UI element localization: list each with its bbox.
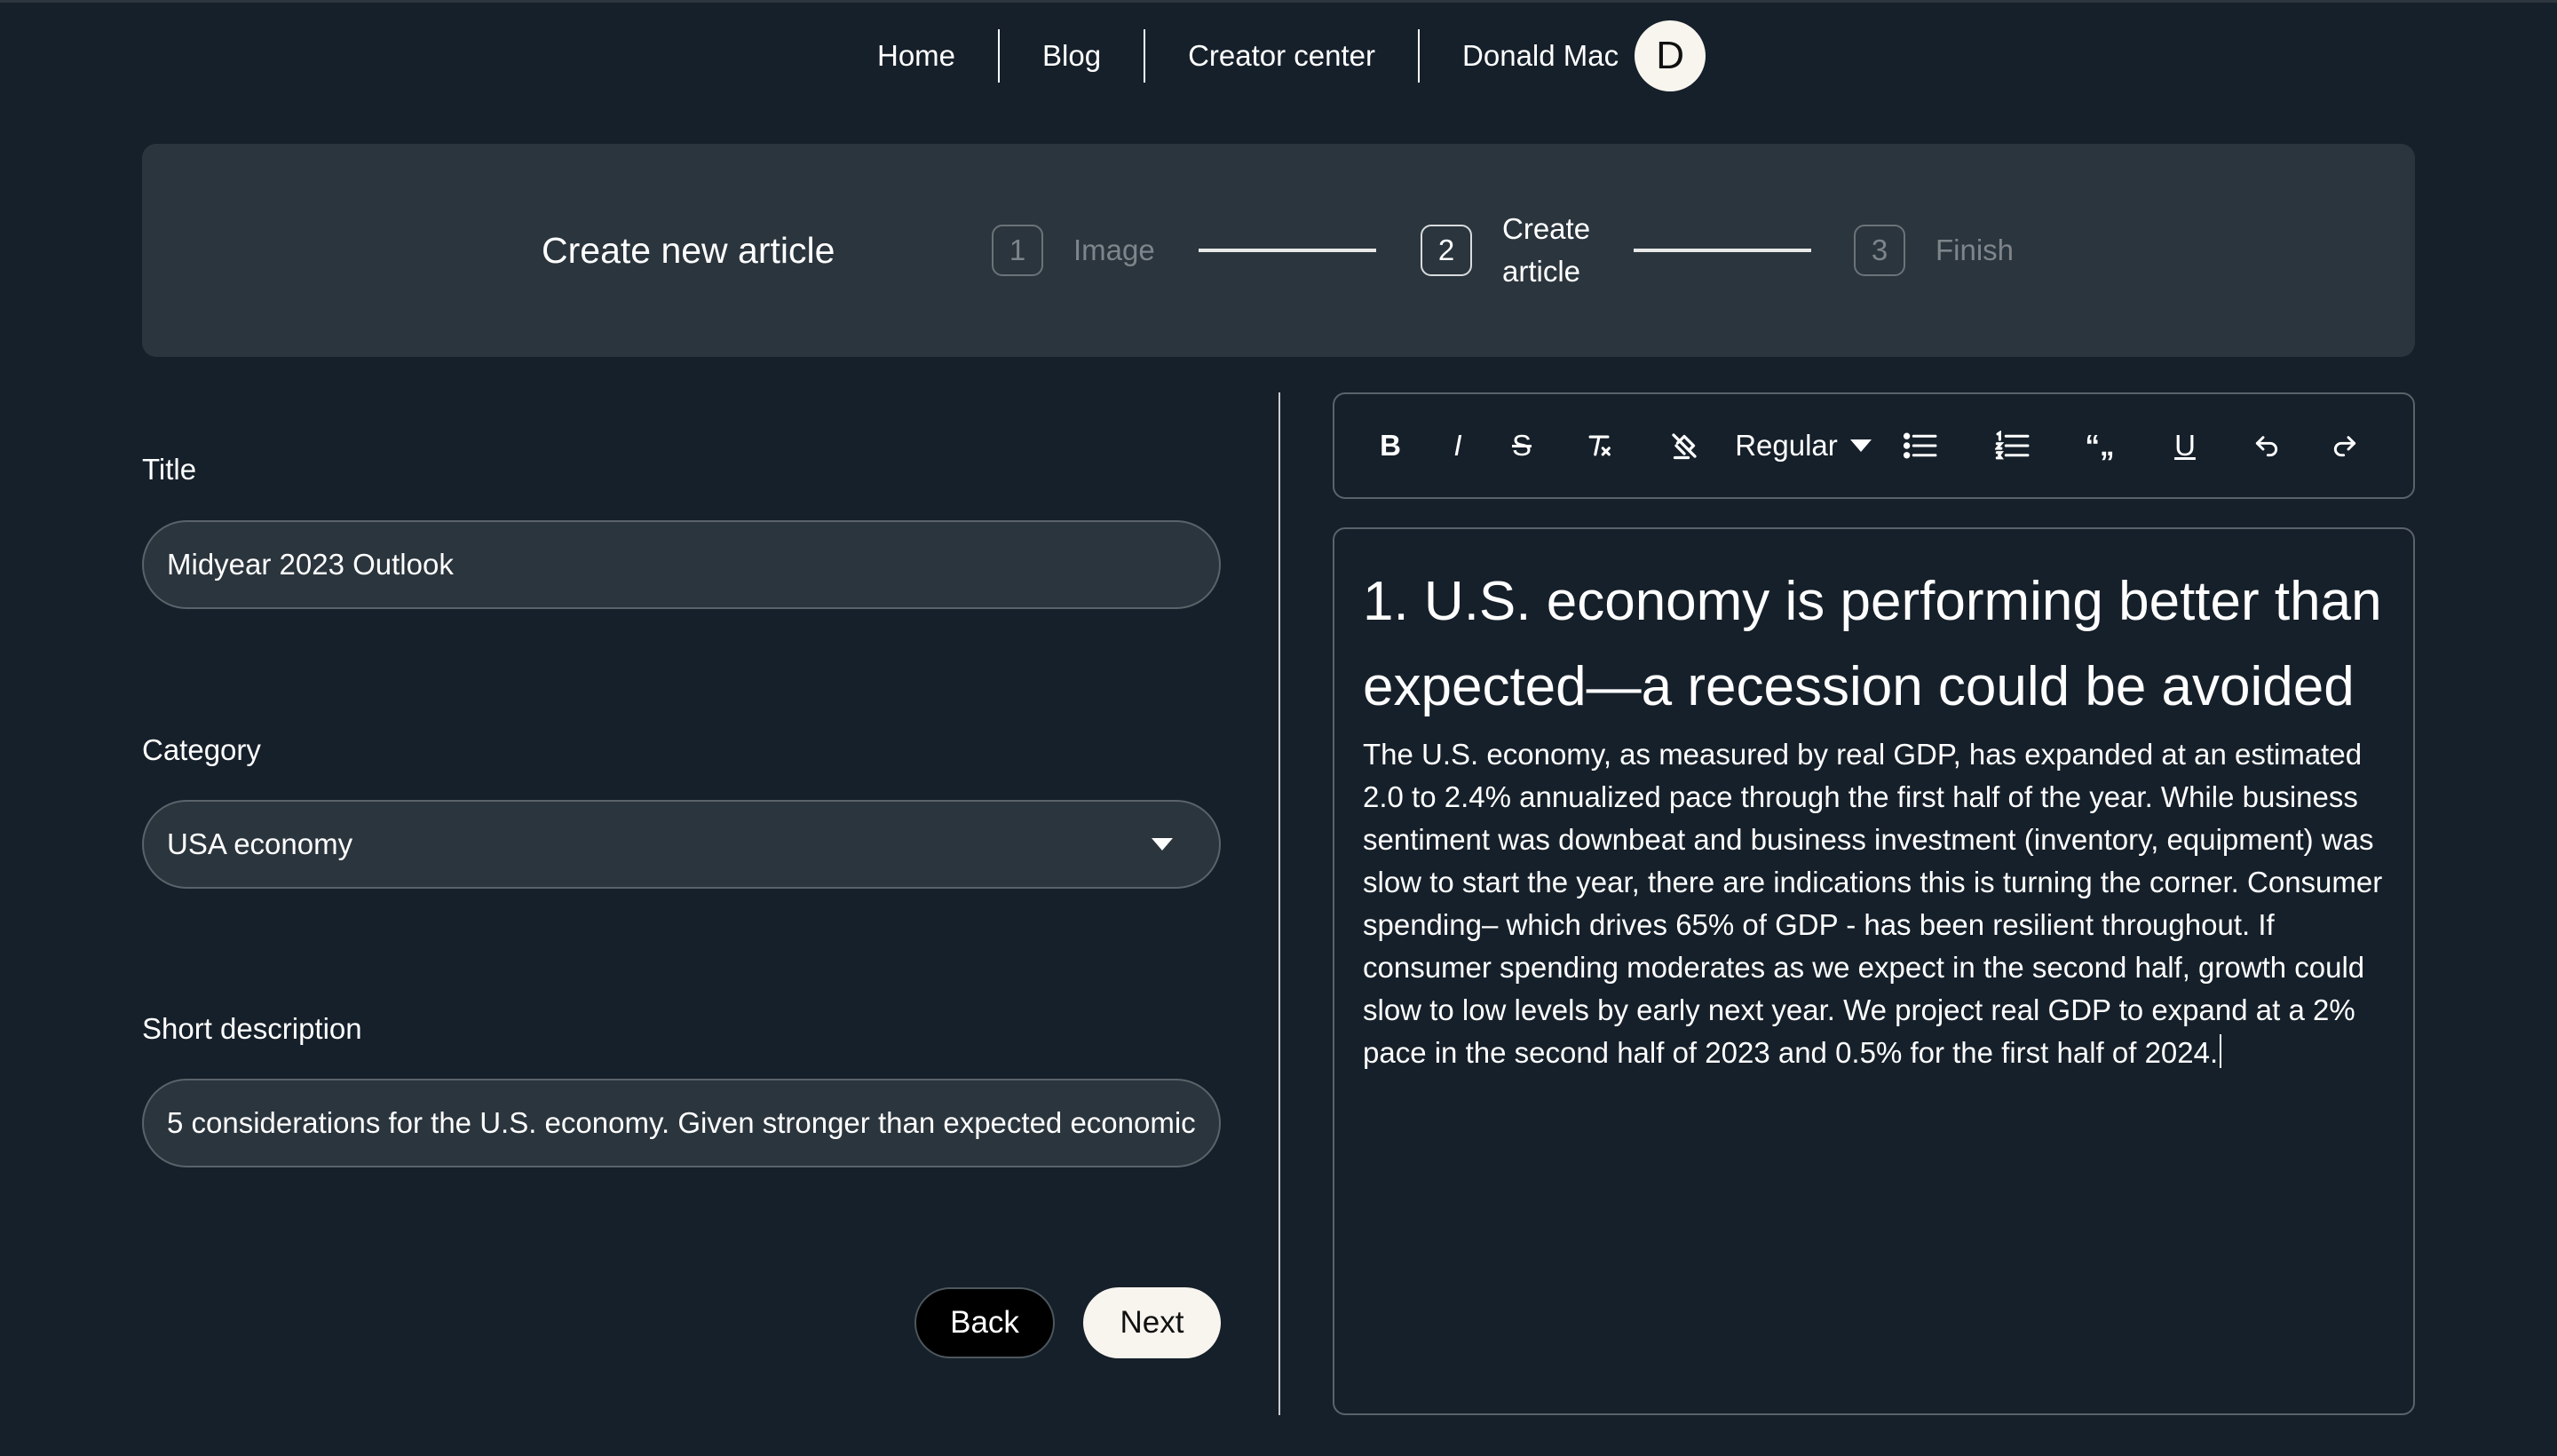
step-create-article: 2 Create article [1421,144,1609,357]
next-button[interactable]: Next [1083,1287,1221,1358]
description-label: Short description [142,1012,362,1045]
title-input[interactable]: Midyear 2023 Outlook [142,520,1221,609]
article-body: The U.S. economy, as measured by real GD… [1363,738,2383,1069]
top-border [0,0,2557,3]
vertical-divider [1278,392,1280,1415]
step-connector [1634,249,1811,252]
step-image: 1 Image [992,144,1155,357]
undo-icon [2255,436,2278,457]
text-style-value: Regular [1735,429,1838,462]
description-input[interactable]: 5 considerations for the U.S. economy. G… [142,1079,1221,1167]
bold-button[interactable]: B [1368,394,1413,497]
category-select[interactable]: USA economy [142,800,1221,889]
user-name: Donald Mac [1462,39,1619,72]
nav-home[interactable]: Home [835,29,998,83]
numbered-list-button[interactable] [1988,394,2038,497]
step-label: Create article [1502,212,1591,288]
eraser-icon [1672,433,1697,460]
article-editor[interactable]: 1. U.S. economy is performing better tha… [1333,527,2415,1415]
back-button[interactable]: Back [914,1287,1055,1358]
avatar[interactable]: D [1635,20,1706,91]
undo-button[interactable] [2242,394,2292,497]
redo-button[interactable] [2320,394,2370,497]
step-connector [1199,249,1376,252]
step-number: 3 [1854,225,1905,276]
article-heading: 1. U.S. economy is performing better tha… [1363,571,2382,717]
italic-button[interactable]: I [1436,394,1480,497]
chevron-down-icon [1849,439,1872,452]
underline-button[interactable]: U [2160,394,2210,497]
article-paragraph-wrapper: The U.S. economy, as measured by real GD… [1363,733,2385,1074]
title-value: Midyear 2023 Outlook [167,548,454,581]
nav-creator-center[interactable]: Creator center [1145,29,1418,83]
step-label: Finish [1936,233,2015,266]
chevron-down-icon [1152,838,1173,851]
bullet-list-button[interactable] [1896,394,1945,497]
user-menu[interactable]: Donald Mac D [1420,20,1706,91]
numbered-list-icon [1995,431,2030,460]
bullet-list-icon [1903,432,1937,459]
clear-highlight-button[interactable] [1659,394,1709,497]
category-value: USA economy [167,827,353,860]
quote-button[interactable]: “„ [2075,394,2125,497]
page-title: Create new article [542,229,835,271]
nav-blog[interactable]: Blog [1000,29,1144,83]
clear-format-icon [1588,435,1611,456]
strikethrough-button[interactable]: S [1500,394,1544,497]
redo-icon [2333,436,2356,457]
step-number: 2 [1421,225,1472,276]
category-label: Category [142,733,261,766]
step-finish: 3 Finish [1854,144,2014,357]
top-nav: Home Blog Creator center Donald Mac D [835,20,1706,91]
stepper-card: Create new article 1 Image 2 Create arti… [142,144,2415,357]
step-label: Image [1073,233,1155,266]
text-style-dropdown[interactable]: Regular [1732,394,1874,497]
text-cursor [2220,1034,2222,1068]
step-number: 1 [992,225,1043,276]
description-value: 5 considerations for the U.S. economy. G… [167,1106,1196,1139]
editor-toolbar: B I S Regular “„ U [1333,392,2415,499]
clear-format-button[interactable] [1574,394,1624,497]
title-label: Title [142,453,197,486]
